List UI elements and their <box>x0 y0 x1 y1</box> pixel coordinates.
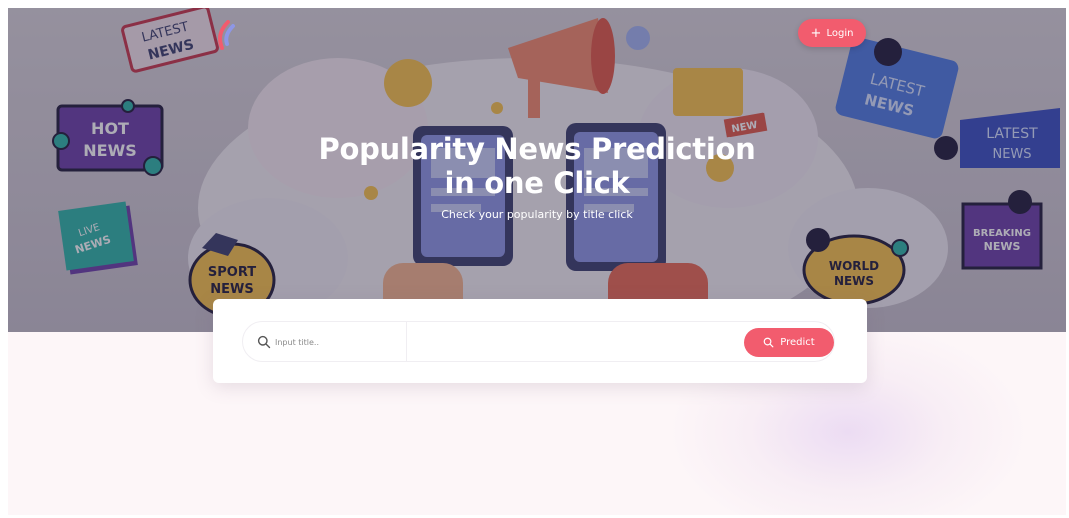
search-divider <box>406 322 407 361</box>
hero-banner: LATEST NEWS HOT NEWS LIVE NEWS SPORT NEW… <box>8 8 1066 332</box>
predict-label: Predict <box>780 337 815 348</box>
page-title-line-2: in one Click <box>444 166 630 200</box>
login-button[interactable]: + Login <box>798 19 866 47</box>
search-card: Predict <box>213 299 867 383</box>
search-bar: Predict <box>242 321 835 362</box>
search-icon <box>257 335 271 349</box>
title-search-input[interactable] <box>275 332 400 352</box>
page-subtitle: Check your popularity by title click <box>441 208 633 221</box>
page-frame: LATEST NEWS HOT NEWS LIVE NEWS SPORT NEW… <box>8 8 1066 515</box>
predict-search-icon <box>763 337 774 348</box>
page-title: Popularity News Prediction in one Click <box>237 132 837 200</box>
plus-icon: + <box>810 25 822 41</box>
brand-logo-icon <box>218 20 235 50</box>
page-title-line-1: Popularity News Prediction <box>318 132 756 166</box>
predict-button[interactable]: Predict <box>744 328 834 357</box>
login-label: Login <box>826 27 854 39</box>
